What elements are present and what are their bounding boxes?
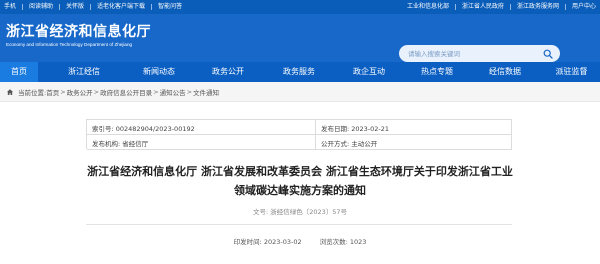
- home-icon: [7, 89, 13, 95]
- print-date: 印发时间: 2023-03-02: [233, 238, 302, 246]
- divider: [151, 4, 153, 10]
- elderly-client-download-link[interactable]: 适老化客户端下载: [97, 2, 145, 12]
- breadcrumb-item-government-affairs[interactable]: 政务公开: [67, 87, 93, 97]
- user-center-link[interactable]: 用户中心: [572, 2, 596, 12]
- divider: [90, 4, 92, 10]
- document-info-table: 索引号: 002482904/2023-00192 发布日期: 2023-02-…: [86, 119, 512, 150]
- breadcrumb: 当前位置: 首页 > 政务公开 > 政府信息公开目录 > 通知公告 > 文件通知: [6, 87, 219, 97]
- nav-interaction[interactable]: 政企互动: [338, 62, 400, 82]
- main-nav: 首页 浙江经信 新闻动态 政务公开 政务服务 政企互动 热点专题 经信数据 派驻…: [0, 62, 600, 82]
- divider: [564, 4, 566, 10]
- breadcrumb-separator: >: [93, 88, 100, 96]
- divider: [86, 224, 512, 225]
- miit-link[interactable]: 工业和信息化部: [407, 2, 449, 12]
- breadcrumb-prefix: 当前位置:: [18, 89, 47, 97]
- issuer-cell: 发布机构: 省经信厅: [87, 135, 316, 150]
- nav-government-services[interactable]: 政务服务: [268, 62, 330, 82]
- disclosure-method: 公开方式: 主动公开: [321, 140, 378, 148]
- nav-supervision[interactable]: 派驻监督: [543, 62, 600, 82]
- nav-government-affairs[interactable]: 政务公开: [197, 62, 259, 82]
- logo-title: 浙江省经济和信息化厅: [6, 24, 151, 40]
- publish-date-cell: 发布日期: 2023-02-21: [316, 120, 512, 135]
- site-header: 浙江省经济和信息化厅 Economy and Information Techn…: [0, 14, 600, 62]
- top-utility-bar: 手机 阅读辅助 关怀版 适老化客户端下载 智能问答 工业和信息化部 浙江省人民政…: [0, 0, 600, 14]
- breadcrumb-item-notices[interactable]: 通知公告: [160, 87, 186, 97]
- top-left-links: 手机 阅读辅助 关怀版 适老化客户端下载 智能问答: [4, 2, 182, 12]
- divider: [454, 4, 456, 10]
- smart-qa-link[interactable]: 智能问答: [158, 2, 182, 12]
- article-title-line-1: 浙江省经济和信息化厅 浙江省发展和改革委员会 浙江省生态环境厅关于印发浙江省工业: [87, 165, 513, 178]
- nav-topics[interactable]: 热点专题: [406, 62, 468, 82]
- zj-gov-link[interactable]: 浙江省人民政府: [462, 2, 504, 12]
- site-logo[interactable]: 浙江省经济和信息化厅 Economy and Information Techn…: [6, 23, 206, 55]
- view-count: 浏览次数: 1023: [319, 238, 367, 246]
- breadcrumb-separator: >: [186, 88, 193, 96]
- public-type-cell: 公开方式: 主动公开: [316, 135, 512, 150]
- breadcrumb-item-info-catalog[interactable]: 政府信息公开目录: [100, 87, 152, 97]
- reading-assist-link[interactable]: 阅读辅助: [29, 2, 53, 12]
- care-mode-link[interactable]: 关怀版: [66, 2, 84, 12]
- nav-news[interactable]: 新闻动态: [130, 62, 188, 82]
- issuing-agency: 发布机构: 省经信厅: [92, 140, 149, 148]
- article-title-line-2: 领域碳达峰实施方案的通知: [234, 184, 366, 197]
- divider: [22, 4, 24, 10]
- index-number: 索引号: 002482904/2023-00192: [92, 125, 195, 133]
- breadcrumb-separator: >: [153, 88, 159, 96]
- divider: [59, 4, 61, 10]
- article-meta: 印发时间: 2023-03-02 浏览次数: 1023: [0, 236, 600, 246]
- nav-home[interactable]: 首页: [0, 62, 38, 82]
- logo-subtitle: Economy and Information Technology Depar…: [6, 42, 133, 47]
- search-input[interactable]: [408, 47, 536, 60]
- nav-data[interactable]: 经信数据: [474, 62, 536, 82]
- search-box: [399, 45, 560, 62]
- zj-service-link[interactable]: 浙江政务服务网: [517, 2, 559, 12]
- top-right-links: 工业和信息化部 浙江省人民政府 浙江政务服务网 用户中心: [407, 2, 596, 12]
- breadcrumb-item-home[interactable]: 首页: [46, 87, 59, 97]
- breadcrumb-bar: 当前位置: 首页 > 政务公开 > 政府信息公开目录 > 通知公告 > 文件通知: [0, 82, 600, 102]
- publish-date: 发布日期: 2023-02-21: [321, 125, 390, 133]
- breadcrumb-item-file-notices[interactable]: 文件通知: [193, 87, 219, 97]
- breadcrumb-separator: >: [60, 88, 66, 96]
- index-cell: 索引号: 002482904/2023-00192: [87, 120, 316, 135]
- document-number: 文号: 浙经信绿色〔2023〕57号: [252, 208, 348, 216]
- article-title: 浙江省经济和信息化厅 浙江省发展和改革委员会 浙江省生态环境厅关于印发浙江省工业…: [40, 162, 560, 200]
- divider: [509, 4, 511, 10]
- nav-zhejiang-economy[interactable]: 浙江经信: [56, 62, 112, 82]
- search-icon[interactable]: [543, 49, 553, 59]
- mobile-link[interactable]: 手机: [4, 2, 16, 12]
